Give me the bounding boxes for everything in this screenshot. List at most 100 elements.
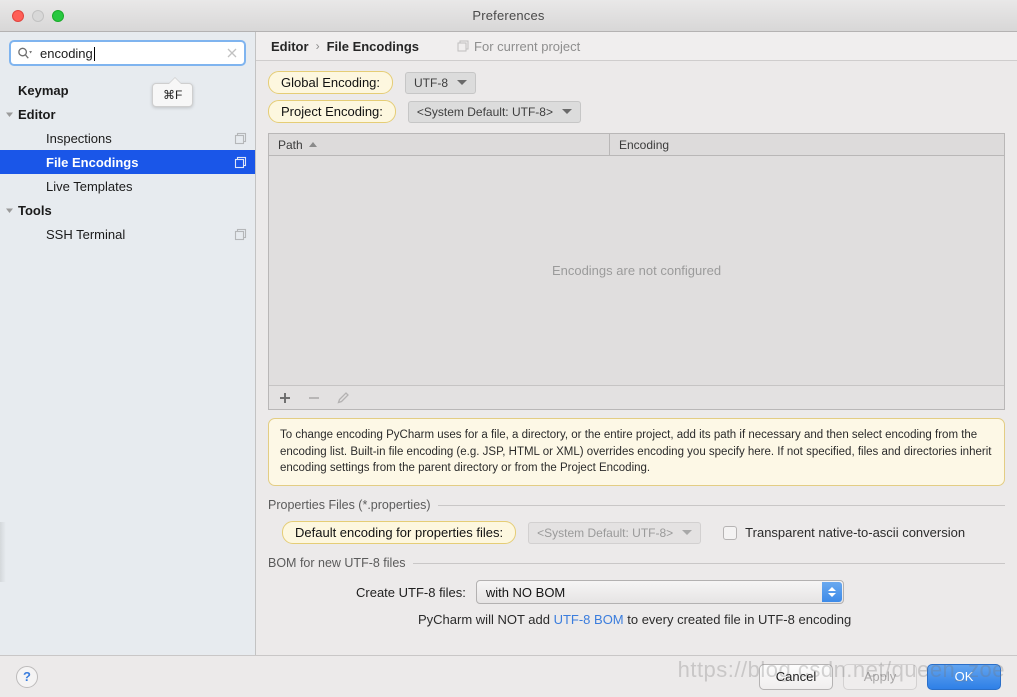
global-encoding-value: UTF-8 [414,75,449,90]
scope-label: For current project [474,38,581,54]
sidebar-item-label: Live Templates [46,178,133,194]
properties-section-header: Properties Files (*.properties) [268,498,1005,512]
project-encoding-label: Project Encoding: [268,100,396,123]
cancel-button[interactable]: Cancel [759,663,833,690]
sidebar-search-area: encoding ⌘F [0,32,255,107]
edit-pencil-icon [337,391,349,404]
chevron-down-icon [457,80,468,85]
ok-button[interactable]: OK [927,663,1001,690]
copy-icon[interactable] [234,228,247,241]
project-encoding-dropdown[interactable]: <System Default: UTF-8> [407,100,581,123]
chevron-down-icon [682,530,693,536]
properties-section-title: Properties Files (*.properties) [268,498,431,513]
chevron-down-icon[interactable] [0,206,18,215]
sidebar-item-keymap[interactable]: Keymap [0,78,255,102]
sidebar-item-label: File Encodings [46,154,139,170]
preferences-window: Preferences encoding ⌘F Keymap Editor In… [0,0,1017,697]
bom-section-header: BOM for new UTF-8 files [268,556,1005,570]
search-icon [18,47,32,59]
chevron-down-icon[interactable] [0,110,18,119]
table-toolbar [269,385,1004,409]
global-encoding-row: Global Encoding: UTF-8 [268,71,1005,94]
sidebar-item-tools[interactable]: Tools [0,198,255,222]
checkbox-label: Transparent native-to-ascii conversion [745,525,966,541]
sidebar-item-label: SSH Terminal [46,226,126,242]
sidebar-item-ssh-terminal[interactable]: SSH Terminal [0,222,255,246]
settings-main-panel: Editor › File Encodings For current proj… [256,32,1017,655]
properties-encoding-row: Default encoding for properties files: <… [268,521,1005,545]
apply-button: Apply [843,663,917,690]
window-title: Preferences [472,8,545,23]
footer-actions: Cancel Apply OK [759,663,1001,690]
settings-sidebar: encoding ⌘F Keymap Editor Inspections Fi… [0,32,256,655]
breadcrumb-parent[interactable]: Editor [271,39,309,54]
global-encoding-label: Global Encoding: [268,71,394,94]
transparent-conversion-checkbox[interactable]: Transparent native-to-ascii conversion [723,525,965,540]
create-utf8-value: with NO BOM [485,584,566,600]
column-header-encoding[interactable]: Encoding [610,134,1004,155]
search-value-wrapper: encoding [40,46,226,61]
column-header-path[interactable]: Path [269,134,610,155]
column-header-label: Path [278,137,303,152]
table-header-row: Path Encoding [269,134,1004,156]
sidebar-item-label: Inspections [46,130,112,146]
project-encoding-row: Project Encoding: <System Default: UTF-8… [268,100,1005,123]
stepper-icon[interactable] [821,582,842,603]
text-caret [93,46,95,61]
bom-note-prefix: PyCharm will NOT add [418,612,554,628]
properties-files-section: Properties Files (*.properties) Default … [268,498,1005,545]
bom-section-title: BOM for new UTF-8 files [268,556,406,571]
create-utf8-row: Create UTF-8 files: with NO BOM [268,580,1005,605]
bom-section: BOM for new UTF-8 files Create UTF-8 fil… [268,556,1005,627]
project-encoding-value: <System Default: UTF-8> [416,104,553,119]
section-divider [412,562,1005,564]
sidebar-item-inspections[interactable]: Inspections [0,126,255,150]
checkbox-box[interactable] [723,525,738,540]
sidebar-item-label: Tools [18,202,52,218]
create-utf8-label: Create UTF-8 files: [356,584,466,600]
settings-content: Global Encoding: UTF-8 Project Encoding:… [256,61,1017,655]
properties-encoding-label: Default encoding for properties files: [282,521,517,545]
bom-description: PyCharm will NOT add UTF-8 BOM to every … [268,612,1005,627]
breadcrumb-separator: › [315,39,320,53]
copy-icon[interactable] [234,156,247,169]
section-divider [437,504,1005,506]
encoding-help-note: To change encoding PyCharm uses for a fi… [268,418,1005,487]
remove-icon [309,396,319,399]
dialog-footer: ? Cancel Apply OK [0,655,1017,697]
table-body[interactable]: Encodings are not configured [269,156,1004,385]
help-button[interactable]: ? [16,665,38,688]
project-scope-icon [457,40,469,52]
chevron-up-icon [827,587,836,592]
table-empty-message: Encodings are not configured [551,263,722,278]
sort-ascending-icon [308,142,317,147]
window-edge-artifact [0,522,6,582]
breadcrumb: Editor › File Encodings For current proj… [256,32,1017,61]
scope-indicator: For current project [457,39,580,54]
global-encoding-dropdown[interactable]: UTF-8 [405,71,477,94]
search-input[interactable]: encoding [9,40,246,66]
utf8-bom-link[interactable]: UTF-8 BOM [554,612,624,627]
chevron-down-icon [561,109,572,114]
bom-note-suffix: to every created file in UTF-8 encoding [623,612,852,628]
sidebar-item-file-encodings[interactable]: File Encodings [0,150,255,174]
encodings-table: Path Encoding Encodings are not configur… [268,133,1005,410]
window-body: encoding ⌘F Keymap Editor Inspections Fi… [0,32,1017,655]
column-header-label: Encoding [619,137,670,152]
copy-icon[interactable] [234,132,247,145]
properties-encoding-dropdown[interactable]: <System Default: UTF-8> [528,521,702,544]
create-utf8-select[interactable]: with NO BOM [475,580,844,605]
add-icon[interactable] [278,391,292,405]
properties-encoding-value: <System Default: UTF-8> [537,525,674,540]
settings-tree: Keymap Editor Inspections File Encodings… [0,78,255,246]
sidebar-item-live-templates[interactable]: Live Templates [0,174,255,198]
sidebar-item-label: Editor [18,106,56,122]
clear-icon[interactable] [226,47,238,59]
breadcrumb-current: File Encodings [326,38,420,54]
sidebar-item-label: Keymap [18,82,69,98]
chevron-down-icon [827,593,836,598]
title-bar: Preferences [0,0,1017,32]
shortcut-tooltip: ⌘F [152,77,194,107]
search-value: encoding [40,45,93,61]
sidebar-item-editor[interactable]: Editor [0,102,255,126]
